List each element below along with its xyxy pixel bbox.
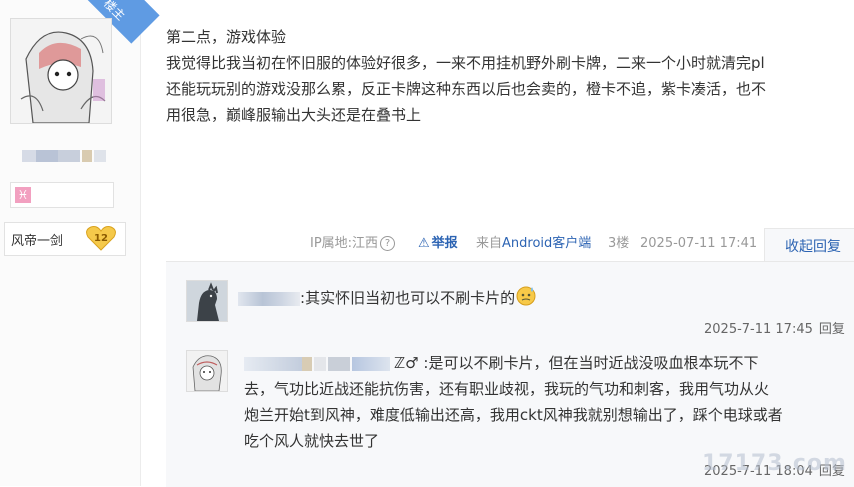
warning-icon: ⚠ [418, 236, 430, 251]
client-link[interactable]: Android客户端 [502, 236, 591, 251]
help-icon[interactable]: ? [380, 236, 396, 251]
report-link[interactable]: ⚠ 举报 [418, 234, 458, 254]
post-time: 2025-07-11 17:41 [640, 236, 758, 251]
post-content: 第二点，游戏体验 我觉得比我当初在怀旧服的体验好很多，一来不用挂机野外刷卡牌，二… [166, 24, 854, 128]
reply-username-blurred[interactable] [244, 357, 394, 371]
ip-location: IP属地:江西? [310, 234, 396, 254]
reply-username-blurred[interactable] [238, 292, 300, 306]
reply-avatar[interactable] [186, 350, 228, 392]
reply-text: ℤ♂ :是可以不刷卡片，但在当时近战没吸血根本玩不下 [394, 354, 759, 372]
reply-text-line: 吃个风人就快去世了 [244, 432, 380, 450]
avatar-image [11, 19, 111, 123]
collapse-replies-button[interactable]: 收起回复 [785, 236, 841, 256]
reply-meta: 2025-7-11 17:45 回复 [704, 322, 845, 337]
site-watermark: 17173.com [702, 451, 847, 476]
post-line: 我觉得比我当初在怀旧服的体验好很多，一来不用挂机野外刷卡牌，二来一个小时就清完p… [166, 54, 765, 72]
reply-text: :其实怀旧当初也可以不刷卡片的 [300, 284, 537, 311]
username-blurred[interactable] [22, 150, 106, 162]
anime-avatar-image [187, 351, 227, 391]
reply-text-line: 去，气功比近战还能抗伤害，还有职业歧视，我玩的气功和刺客，我用气功从火 [244, 380, 770, 398]
floor-number: 3楼 [608, 236, 630, 251]
client-source: 来自Android客户端 [476, 236, 592, 251]
zodiac-badge: ♓ [10, 182, 114, 208]
reply-text-line: 炮兰开始t到风神，难度低输出还高，我用ckt风神我就别想输出了，踩个电球或者 [244, 406, 783, 424]
fan-level-heart-icon: 12 [86, 226, 116, 251]
reply-button[interactable]: 回复 [819, 322, 845, 337]
fan-level: 12 [94, 233, 108, 244]
collapse-replies-tab[interactable]: 收起回复 [764, 228, 854, 263]
post-line: 用很急，巅峰服输出大头还是在叠书上 [166, 106, 422, 124]
godzilla-avatar-image [187, 281, 227, 321]
user-sidebar: 楼主 ♓ 风帝一剑 12 [0, 0, 160, 486]
pisces-icon: ♓ [15, 187, 31, 203]
reply-avatar[interactable] [186, 280, 228, 322]
post-line: 第二点，游戏体验 [166, 28, 287, 46]
post-line: 还能玩玩别的游戏没那么累，反正卡牌这种东西以后也会卖的，橙卡不追，紫卡凑活，也不 [166, 80, 767, 98]
emoji-sweat-icon [516, 286, 536, 306]
user-avatar[interactable] [10, 18, 112, 124]
fan-badge[interactable]: 风帝一剑 12 [4, 222, 126, 256]
fan-group-name: 风帝一剑 [11, 234, 64, 249]
